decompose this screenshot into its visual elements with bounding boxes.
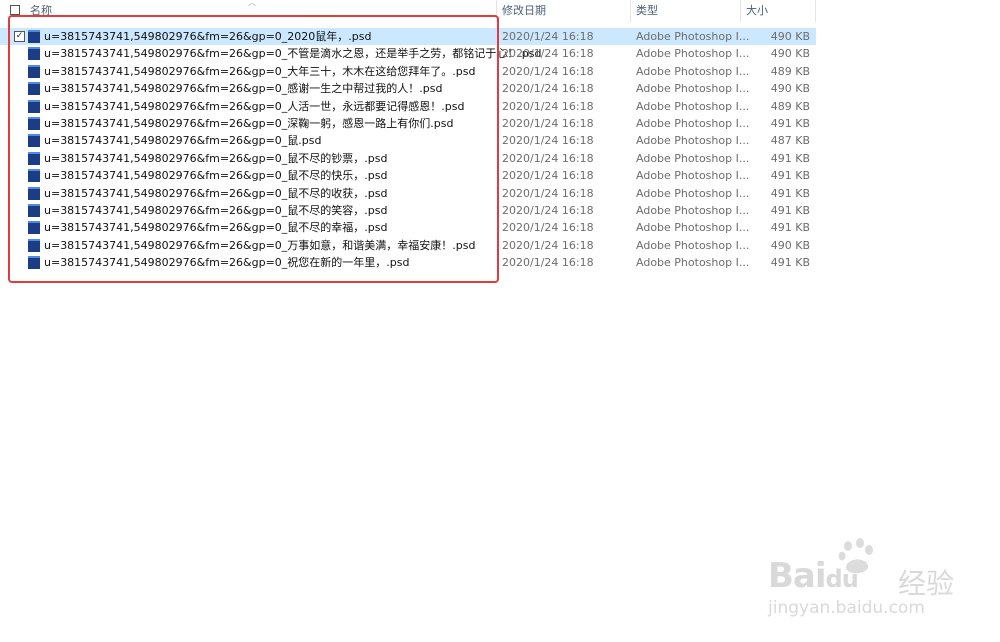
file-modified-date: 2020/1/24 16:18	[502, 99, 594, 113]
file-modified-date: 2020/1/24 16:18	[502, 30, 594, 43]
file-size: 491 KB	[770, 186, 810, 200]
file-name[interactable]: u=3815743741,549802976&fm=26&gp=0_鼠不尽的笑容…	[44, 202, 388, 219]
file-row[interactable]: u=3815743741,549802976&fm=26&gp=0_深鞠一躬，感…	[0, 115, 816, 132]
column-name-header[interactable]: 名称	[24, 0, 496, 22]
file-modified-date: 2020/1/24 16:18	[502, 82, 594, 96]
file-modified-date: 2020/1/24 16:18	[502, 186, 594, 200]
photoshop-file-icon	[28, 169, 40, 183]
file-modified-date: 2020/1/24 16:18	[502, 238, 594, 252]
file-size: 491 KB	[770, 169, 810, 183]
file-type: Adobe Photoshop I...	[636, 151, 750, 165]
file-size: 491 KB	[770, 221, 810, 235]
file-modified-date: 2020/1/24 16:18	[502, 203, 594, 217]
photoshop-file-icon	[28, 30, 40, 43]
photoshop-file-icon	[28, 134, 40, 148]
file-type: Adobe Photoshop I...	[636, 221, 750, 235]
file-size: 490 KB	[770, 238, 810, 252]
baidu-jingyan-watermark: Baidu 经验 jingyan.baidu.com	[768, 536, 968, 626]
file-size: 491 KB	[770, 256, 810, 270]
file-name[interactable]: u=3815743741,549802976&fm=26&gp=0_祝您在新的一…	[44, 254, 410, 271]
file-size: 491 KB	[770, 151, 810, 165]
column-header-bar: ︿ 名称 修改日期 类型 大小	[0, 0, 816, 22]
file-name[interactable]: u=3815743741,549802976&fm=26&gp=0_大年三十，木…	[44, 63, 476, 80]
file-size: 490 KB	[770, 30, 810, 43]
file-modified-date: 2020/1/24 16:18	[502, 116, 594, 130]
file-modified-date: 2020/1/24 16:18	[502, 221, 594, 235]
file-type: Adobe Photoshop I...	[636, 64, 750, 78]
file-size: 490 KB	[770, 47, 810, 61]
file-row[interactable]: u=3815743741,549802976&fm=26&gp=0_鼠.psd 2…	[0, 132, 816, 149]
file-type: Adobe Photoshop I...	[636, 47, 750, 61]
photoshop-file-icon	[28, 221, 40, 235]
file-row[interactable]: u=3815743741,549802976&fm=26&gp=0_鼠不尽的收获…	[0, 185, 816, 202]
photoshop-file-icon	[28, 151, 40, 165]
file-size: 487 KB	[770, 134, 810, 148]
photoshop-file-icon	[28, 82, 40, 96]
watermark-brand-cn: 经验	[898, 567, 955, 600]
photoshop-file-icon	[28, 238, 40, 252]
photoshop-file-icon	[28, 99, 40, 113]
file-size: 490 KB	[770, 82, 810, 96]
watermark-brand-text: Baidu	[768, 556, 859, 596]
file-type: Adobe Photoshop I...	[636, 203, 750, 217]
file-name[interactable]: u=3815743741,549802976&fm=26&gp=0_鼠不尽的快乐…	[44, 167, 388, 184]
file-modified-date: 2020/1/24 16:18	[502, 151, 594, 165]
watermark-url: jingyan.baidu.com	[768, 598, 925, 618]
file-type: Adobe Photoshop I...	[636, 186, 750, 200]
file-type: Adobe Photoshop I...	[636, 116, 750, 130]
file-row[interactable]: u=3815743741,549802976&fm=26&gp=0_鼠不尽的快乐…	[0, 167, 816, 184]
file-modified-date: 2020/1/24 16:18	[502, 256, 594, 270]
file-name[interactable]: u=3815743741,549802976&fm=26&gp=0_不管是滴水之…	[44, 45, 542, 62]
file-modified-date: 2020/1/24 16:18	[502, 134, 594, 148]
file-type: Adobe Photoshop I...	[636, 134, 750, 148]
column-size-header[interactable]: 大小	[740, 0, 816, 22]
file-type: Adobe Photoshop I...	[636, 256, 750, 270]
file-size: 489 KB	[770, 64, 810, 78]
file-row[interactable]: u=3815743741,549802976&fm=26&gp=0_感谢一生之中…	[0, 80, 816, 97]
file-row[interactable]: u=3815743741,549802976&fm=26&gp=0_鼠不尽的钞票…	[0, 150, 816, 167]
photoshop-file-icon	[28, 116, 40, 130]
file-row[interactable]: u=3815743741,549802976&fm=26&gp=0_祝您在新的一…	[0, 254, 816, 271]
file-type: Adobe Photoshop I...	[636, 30, 750, 43]
file-size: 491 KB	[770, 116, 810, 130]
file-type: Adobe Photoshop I...	[636, 82, 750, 96]
file-name[interactable]: u=3815743741,549802976&fm=26&gp=0_深鞠一躬，感…	[44, 115, 454, 132]
file-modified-date: 2020/1/24 16:18	[502, 169, 594, 183]
file-size: 491 KB	[770, 203, 810, 217]
file-name[interactable]: u=3815743741,549802976&fm=26&gp=0_鼠.psd	[44, 132, 322, 149]
file-type: Adobe Photoshop I...	[636, 169, 750, 183]
row-checkbox[interactable]: ✓	[14, 31, 25, 42]
file-list: ✓ u=3815743741,549802976&fm=26&gp=0_2020鼠…	[0, 28, 816, 271]
file-name[interactable]: u=3815743741,549802976&fm=26&gp=0_鼠不尽的收获…	[44, 185, 388, 202]
file-row[interactable]: u=3815743741,549802976&fm=26&gp=0_不管是滴水之…	[0, 45, 816, 62]
file-row[interactable]: u=3815743741,549802976&fm=26&gp=0_鼠不尽的笑容…	[0, 202, 816, 219]
file-name[interactable]: u=3815743741,549802976&fm=26&gp=0_鼠不尽的钞票…	[44, 150, 388, 167]
file-type: Adobe Photoshop I...	[636, 99, 750, 113]
column-date-header[interactable]: 修改日期	[496, 0, 630, 22]
file-row[interactable]: u=3815743741,549802976&fm=26&gp=0_鼠不尽的幸福…	[0, 219, 816, 236]
file-type: Adobe Photoshop I...	[636, 238, 750, 252]
file-size: 489 KB	[770, 99, 810, 113]
file-modified-date: 2020/1/24 16:18	[502, 47, 594, 61]
file-name[interactable]: u=3815743741,549802976&fm=26&gp=0_鼠不尽的幸福…	[44, 219, 388, 236]
select-all-checkbox[interactable]	[10, 5, 20, 15]
column-divider[interactable]	[815, 0, 816, 22]
column-type-header[interactable]: 类型	[630, 0, 740, 22]
photoshop-file-icon	[28, 64, 40, 78]
photoshop-file-icon	[28, 47, 40, 61]
file-modified-date: 2020/1/24 16:18	[502, 64, 594, 78]
file-name[interactable]: u=3815743741,549802976&fm=26&gp=0_人活一世，永…	[44, 98, 465, 115]
file-name[interactable]: u=3815743741,549802976&fm=26&gp=0_万事如意，和…	[44, 237, 476, 254]
file-name[interactable]: u=3815743741,549802976&fm=26&gp=0_感谢一生之中…	[44, 80, 443, 97]
file-row[interactable]: u=3815743741,549802976&fm=26&gp=0_大年三十，木…	[0, 63, 816, 80]
file-row[interactable]: ✓ u=3815743741,549802976&fm=26&gp=0_2020鼠…	[0, 28, 816, 46]
file-row[interactable]: u=3815743741,549802976&fm=26&gp=0_人活一世，永…	[0, 98, 816, 115]
photoshop-file-icon	[28, 256, 40, 270]
file-row[interactable]: u=3815743741,549802976&fm=26&gp=0_万事如意，和…	[0, 237, 816, 254]
photoshop-file-icon	[28, 186, 40, 200]
file-name[interactable]: u=3815743741,549802976&fm=26&gp=0_2020鼠年…	[44, 28, 371, 45]
photoshop-file-icon	[28, 203, 40, 217]
